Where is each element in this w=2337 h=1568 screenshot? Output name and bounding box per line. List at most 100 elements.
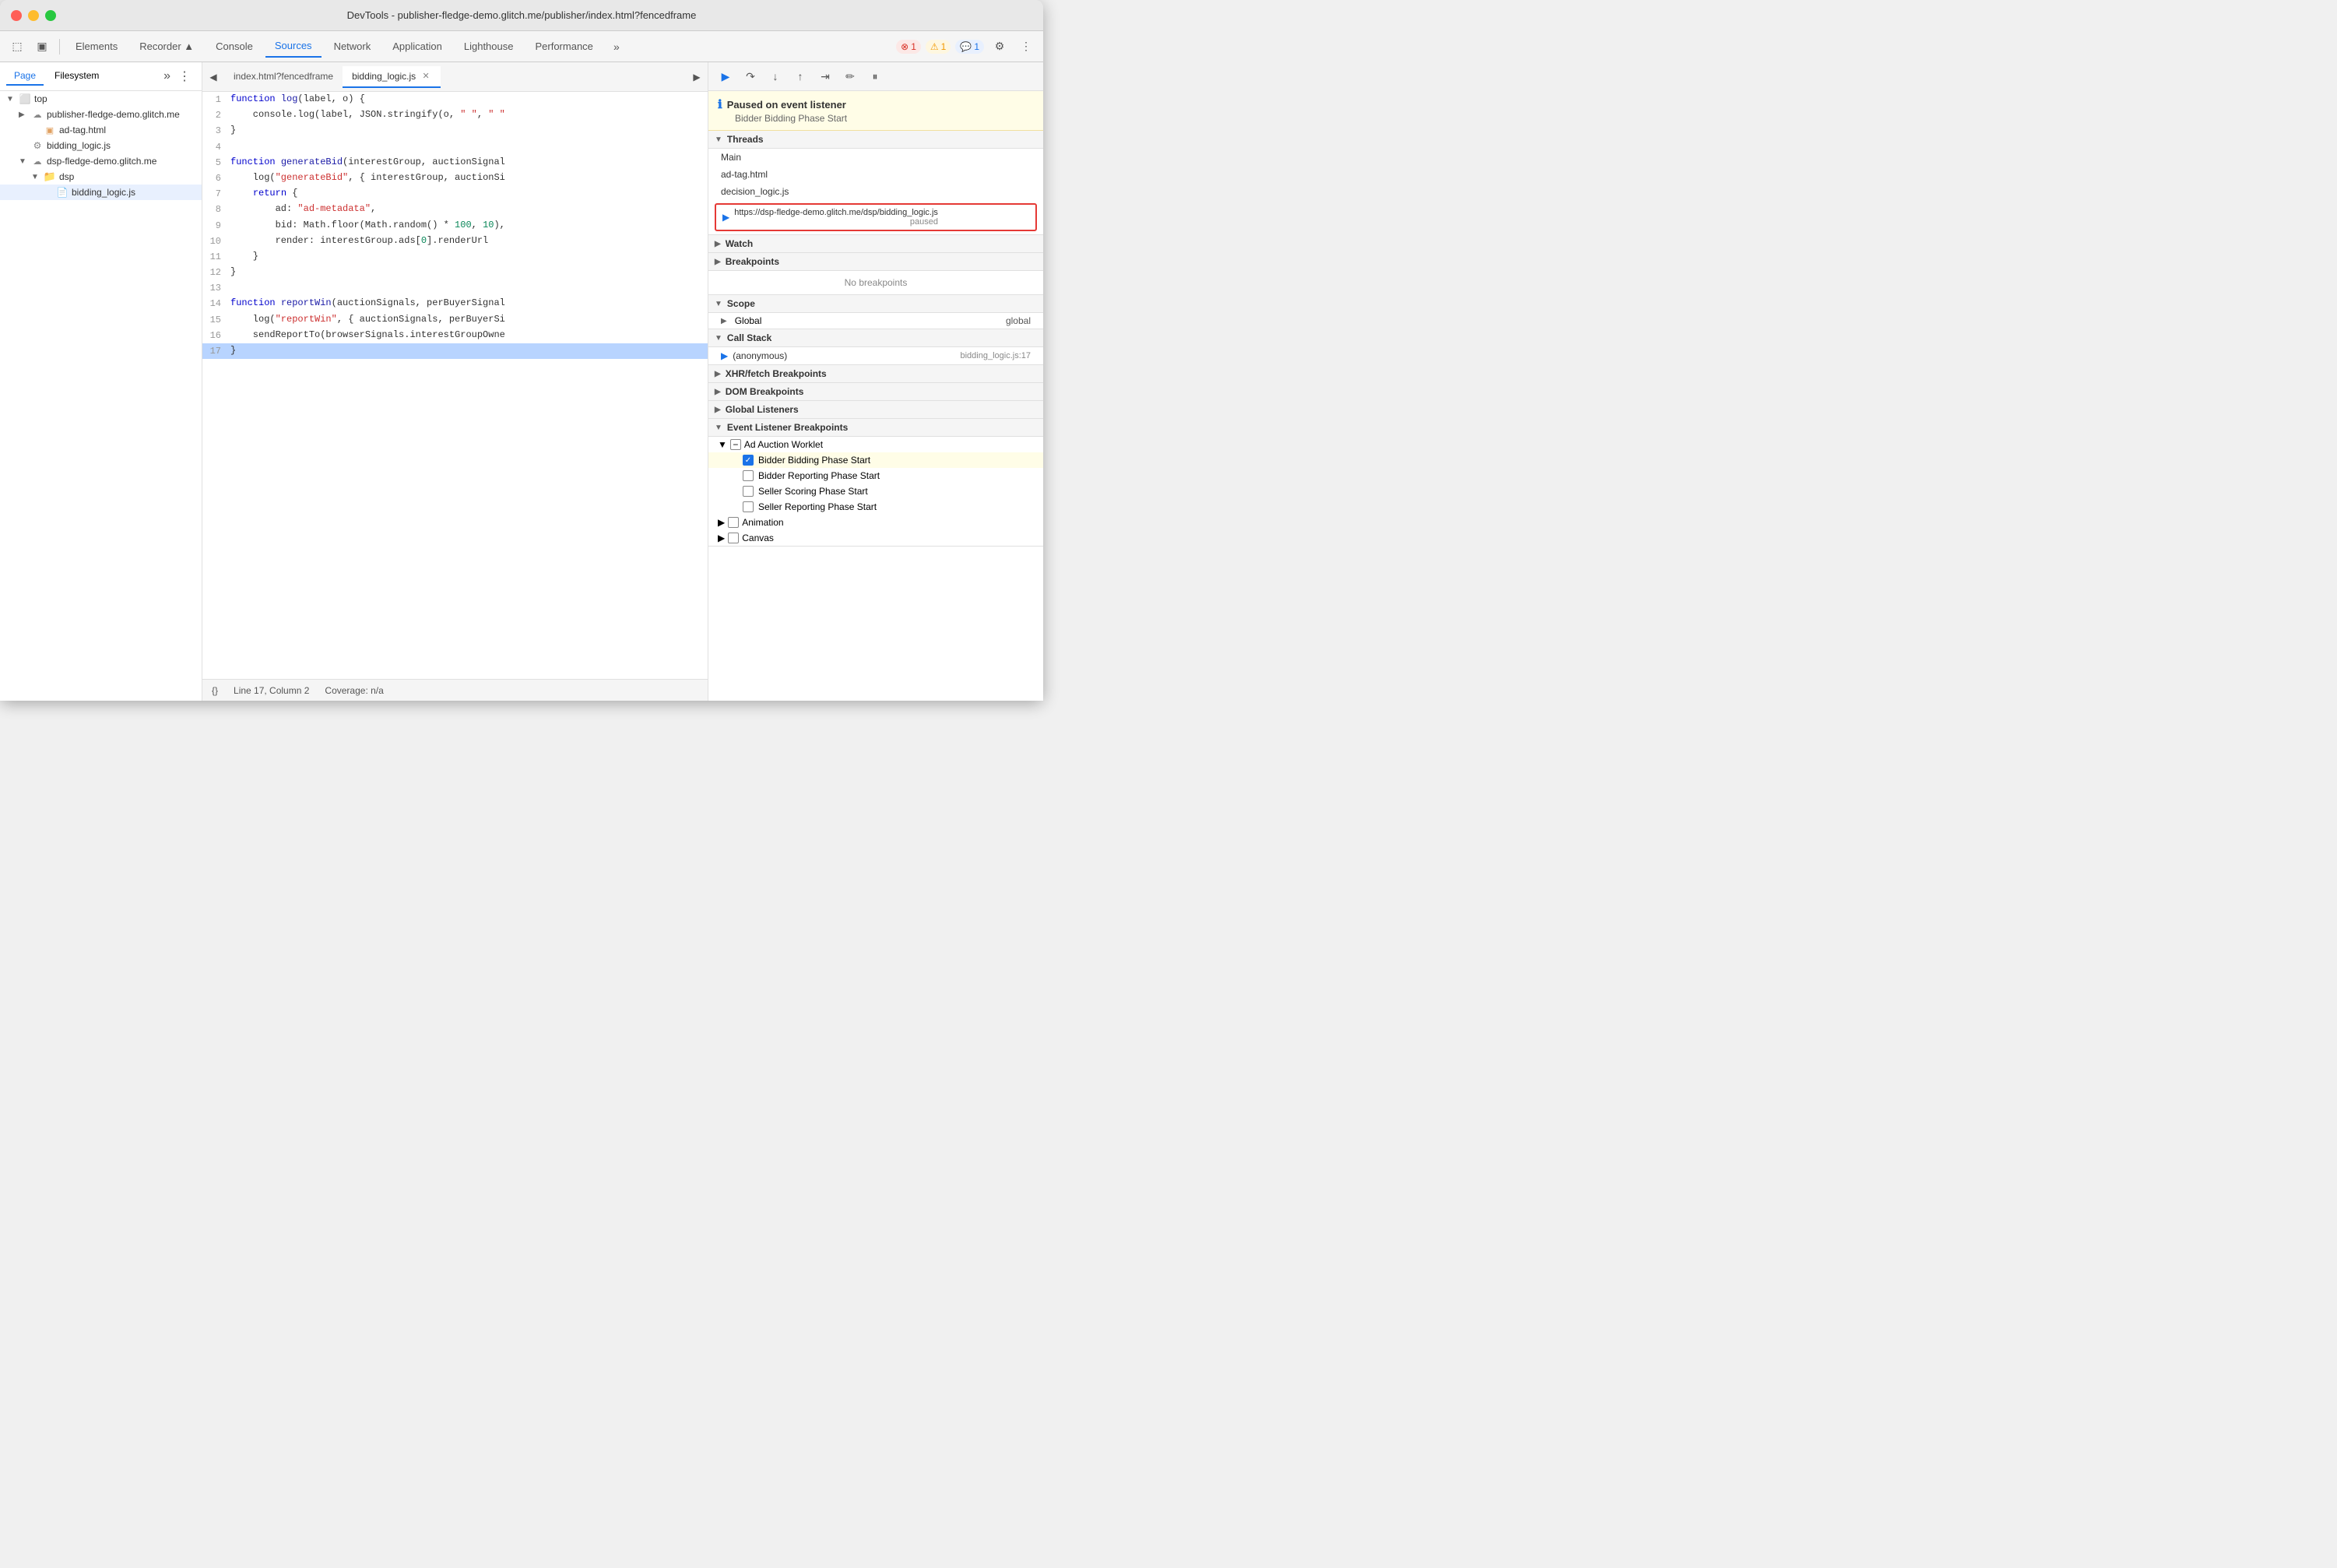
checkbox-bidder-reporting-icon[interactable] bbox=[743, 470, 754, 481]
checkbox-bidder-reporting-phase[interactable]: Bidder Reporting Phase Start bbox=[708, 468, 1043, 483]
editor-tab-bidding-logic[interactable]: bidding_logic.js ✕ bbox=[343, 66, 441, 88]
ad-auction-worklet-arrow: ▼ bbox=[718, 439, 727, 450]
step-out-button[interactable]: ↑ bbox=[789, 65, 811, 87]
maximize-button[interactable] bbox=[45, 10, 56, 21]
dom-label: DOM Breakpoints bbox=[726, 386, 804, 397]
tree-label-top: top bbox=[34, 93, 47, 104]
info-icon: 💬 bbox=[960, 41, 972, 52]
code-editor[interactable]: 1 function log(label, o) { 2 console.log… bbox=[202, 92, 708, 679]
warn-icon: ⚠ bbox=[930, 41, 939, 52]
tab-elements[interactable]: Elements bbox=[66, 36, 127, 58]
tree-label-adtag: ad-tag.html bbox=[59, 125, 106, 135]
tree-item-publisher[interactable]: ▶ ☁ publisher-fledge-demo.glitch.me bbox=[0, 107, 202, 122]
step-over-button[interactable]: ↷ bbox=[740, 65, 761, 87]
tree-item-top[interactable]: ▼ ⬜ top bbox=[0, 91, 202, 107]
code-line-4: 4 bbox=[202, 139, 708, 155]
thread-item-decision[interactable]: decision_logic.js bbox=[708, 183, 1043, 200]
editor-tab-index-html[interactable]: index.html?fencedframe bbox=[224, 66, 343, 88]
global-listeners-label: Global Listeners bbox=[726, 404, 799, 415]
warn-badge[interactable]: ⚠ 1 bbox=[926, 40, 951, 54]
more-tabs-icon[interactable]: » bbox=[606, 36, 627, 58]
breakpoints-section-header[interactable]: ▶ Breakpoints bbox=[708, 253, 1043, 271]
tab-performance[interactable]: Performance bbox=[525, 36, 602, 58]
canvas-header[interactable]: ▶ Canvas bbox=[708, 530, 1043, 546]
sidebar-menu-icon[interactable]: ⋮ bbox=[174, 65, 195, 87]
callstack-content: ▶ (anonymous) bidding_logic.js:17 bbox=[708, 347, 1043, 365]
threads-section-header[interactable]: ▼ Threads bbox=[708, 131, 1043, 149]
threads-content: Main ad-tag.html decision_logic.js ▶ htt… bbox=[708, 149, 1043, 235]
watch-section-header[interactable]: ▶ Watch bbox=[708, 235, 1043, 253]
tab-sources[interactable]: Sources bbox=[265, 36, 322, 58]
titlebar: DevTools - publisher-fledge-demo.glitch.… bbox=[0, 0, 1043, 31]
checkbox-seller-scoring-phase[interactable]: Seller Scoring Phase Start bbox=[708, 483, 1043, 499]
tree-item-dsp-fledge[interactable]: ▼ ☁ dsp-fledge-demo.glitch.me bbox=[0, 153, 202, 169]
error-badge[interactable]: ⊗ 1 bbox=[896, 40, 921, 54]
animation-header[interactable]: ▶ Animation bbox=[708, 515, 1043, 530]
callstack-section-header[interactable]: ▼ Call Stack bbox=[708, 329, 1043, 347]
device-toggle-icon[interactable]: ▣ bbox=[31, 36, 53, 58]
close-button[interactable] bbox=[11, 10, 22, 21]
editor-tab-label-bidding: bidding_logic.js bbox=[352, 71, 416, 82]
tab-lighthouse[interactable]: Lighthouse bbox=[455, 36, 523, 58]
thread-item-adtag[interactable]: ad-tag.html bbox=[708, 166, 1043, 183]
scope-section-header[interactable]: ▼ Scope bbox=[708, 295, 1043, 313]
checkbox-bidder-bidding-phase[interactable]: ✓ Bidder Bidding Phase Start bbox=[708, 452, 1043, 468]
sidebar-tab-filesystem[interactable]: Filesystem bbox=[47, 67, 107, 86]
callstack-label: Call Stack bbox=[727, 332, 771, 343]
sidebar-more-icon[interactable]: » bbox=[163, 69, 170, 83]
code-line-7: 7 return { bbox=[202, 186, 708, 202]
pretty-print-icon[interactable]: {} bbox=[212, 685, 218, 696]
edit-breakpoints-button[interactable]: ✏ bbox=[839, 65, 861, 87]
checkbox-seller-scoring-icon[interactable] bbox=[743, 486, 754, 497]
settings-icon[interactable]: ⚙ bbox=[989, 36, 1010, 58]
tree-item-dsp-folder[interactable]: ▼ 📁 dsp bbox=[0, 169, 202, 185]
window-controls bbox=[11, 10, 56, 21]
more-options-icon[interactable]: ⋮ bbox=[1015, 36, 1037, 58]
call-stack-item-anon[interactable]: ▶ (anonymous) bidding_logic.js:17 bbox=[708, 347, 1043, 364]
editor-area: ◀ index.html?fencedframe bidding_logic.j… bbox=[202, 62, 708, 701]
callstack-arrow-icon: ▼ bbox=[715, 334, 722, 343]
tab-application[interactable]: Application bbox=[383, 36, 452, 58]
scope-global-value: global bbox=[1006, 315, 1031, 326]
scope-row-global[interactable]: ▶ Global global bbox=[708, 313, 1043, 329]
thread-url-bidding: https://dsp-fledge-demo.glitch.me/dsp/bi… bbox=[734, 208, 938, 227]
canvas-checkbox[interactable] bbox=[728, 533, 739, 543]
ad-auction-worklet-header[interactable]: ▼ − Ad Auction Worklet bbox=[708, 437, 1043, 452]
editor-tab-close-bidding[interactable]: ✕ bbox=[420, 71, 431, 82]
threads-label: Threads bbox=[727, 134, 764, 145]
editor-nav-right-btn[interactable]: ▶ bbox=[686, 66, 708, 88]
checkbox-seller-reporting-icon[interactable] bbox=[743, 501, 754, 512]
checkbox-bidder-bidding-icon[interactable]: ✓ bbox=[743, 455, 754, 466]
xhr-section-header[interactable]: ▶ XHR/fetch Breakpoints bbox=[708, 365, 1043, 383]
code-line-8: 8 ad: "ad-metadata", bbox=[202, 202, 708, 217]
pause-on-exceptions-button[interactable]: ⏸ bbox=[864, 65, 886, 87]
ad-auction-worklet-checkbox[interactable]: − bbox=[730, 439, 741, 450]
thread-item-main[interactable]: Main bbox=[708, 149, 1043, 166]
editor-tab-back[interactable]: ◀ bbox=[202, 66, 224, 88]
paused-banner: ℹ Paused on event listener Bidder Biddin… bbox=[708, 91, 1043, 131]
step-button[interactable]: ⇥ bbox=[814, 65, 836, 87]
checkbox-seller-reporting-phase[interactable]: Seller Reporting Phase Start bbox=[708, 499, 1043, 515]
minimize-button[interactable] bbox=[28, 10, 39, 21]
watch-arrow-icon: ▶ bbox=[715, 240, 721, 248]
tree-label-publisher: publisher-fledge-demo.glitch.me bbox=[47, 109, 180, 120]
tab-recorder[interactable]: Recorder ▲ bbox=[130, 36, 203, 58]
info-badge[interactable]: 💬 1 bbox=[955, 40, 984, 54]
dom-section-header[interactable]: ▶ DOM Breakpoints bbox=[708, 383, 1043, 401]
resume-button[interactable]: ▶ bbox=[715, 65, 736, 87]
step-into-button[interactable]: ↓ bbox=[764, 65, 786, 87]
animation-checkbox[interactable] bbox=[728, 517, 739, 528]
tree-item-adtag[interactable]: ▶ ▣ ad-tag.html bbox=[0, 122, 202, 138]
tab-network[interactable]: Network bbox=[325, 36, 381, 58]
main-toolbar: ⬚ ▣ Elements Recorder ▲ Console Sources … bbox=[0, 31, 1043, 62]
folder-icon-dsp: 📁 bbox=[44, 171, 56, 183]
editor-tabs: ◀ index.html?fencedframe bidding_logic.j… bbox=[202, 62, 708, 92]
inspect-icon[interactable]: ⬚ bbox=[6, 36, 28, 58]
event-listener-section-header[interactable]: ▼ Event Listener Breakpoints bbox=[708, 419, 1043, 437]
tree-item-bidding-js[interactable]: ▶ 📄 bidding_logic.js bbox=[0, 185, 202, 200]
tab-console[interactable]: Console bbox=[206, 36, 262, 58]
tree-item-bidding-gear[interactable]: ▶ ⚙ bidding_logic.js bbox=[0, 138, 202, 153]
global-listeners-section-header[interactable]: ▶ Global Listeners bbox=[708, 401, 1043, 419]
thread-item-bidding-active[interactable]: ▶ https://dsp-fledge-demo.glitch.me/dsp/… bbox=[715, 203, 1037, 231]
sidebar-tab-page[interactable]: Page bbox=[6, 67, 44, 86]
